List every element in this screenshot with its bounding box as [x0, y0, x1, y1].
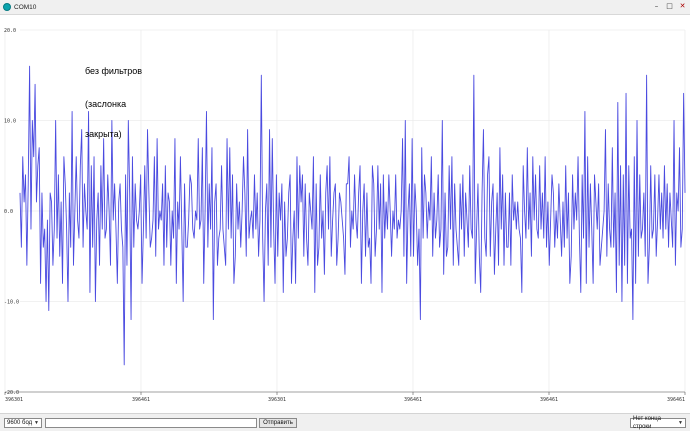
send-input[interactable]	[45, 418, 257, 428]
send-button[interactable]: Отправить	[259, 418, 297, 428]
chevron-down-icon: ▼	[678, 420, 683, 426]
y-tick-label: 0.0	[4, 209, 13, 215]
window-title: COM10	[14, 3, 37, 11]
y-tick-label: -10.0	[4, 300, 19, 306]
maximize-button[interactable]: □	[664, 1, 675, 12]
x-tick-label: 396461	[667, 397, 685, 403]
line-ending-value: Нет конца строки	[633, 416, 662, 430]
status-bar: 9600 бод ▼ Отправить Нет конца строки ▼	[0, 413, 690, 431]
annotation-line-2: (заслонка	[85, 99, 127, 109]
baud-rate-value: 9600 бод	[7, 420, 33, 426]
x-tick-label: 396301	[268, 397, 286, 403]
x-tick-label: 396461	[540, 397, 558, 403]
annotation-text: без фильтров (заслонка закрыта)	[85, 46, 142, 149]
x-tick-label: 396301	[5, 397, 23, 403]
annotation-line-3: закрыта)	[85, 129, 122, 139]
x-tick-label: 396461	[404, 397, 422, 403]
minimize-button[interactable]: –	[651, 1, 662, 12]
title-bar: COM10 – □ ✕	[0, 0, 690, 15]
y-tick-label: -20.0	[4, 390, 19, 396]
x-tick-label: 396461	[132, 397, 150, 403]
annotation-line-1: без фильтров	[85, 66, 143, 76]
close-button[interactable]: ✕	[677, 1, 688, 12]
line-ending-select[interactable]: Нет конца строки ▼	[630, 416, 686, 430]
y-tick-label: 10.0	[4, 119, 16, 125]
arduino-icon	[3, 3, 11, 11]
baud-rate-select[interactable]: 9600 бод ▼	[4, 418, 42, 428]
y-tick-label: 20.0	[4, 28, 16, 34]
chevron-down-icon: ▼	[34, 420, 39, 426]
window-controls: – □ ✕	[649, 1, 688, 12]
